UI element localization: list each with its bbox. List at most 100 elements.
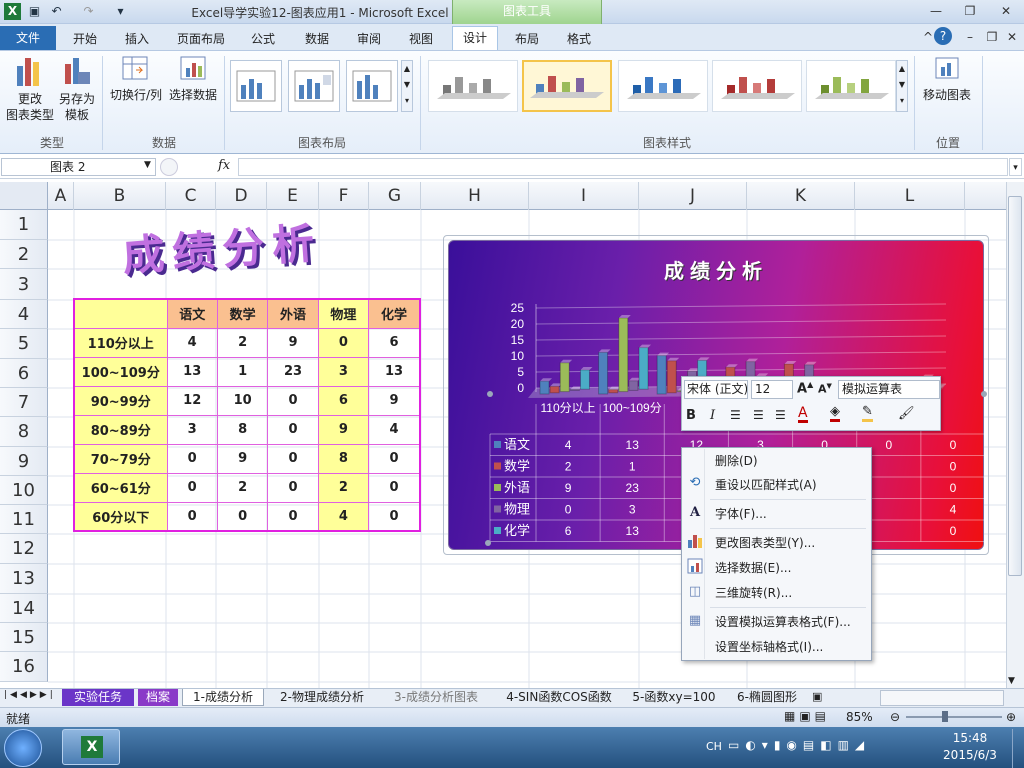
save-as-template-button[interactable]: 另存为 模板 xyxy=(56,54,98,128)
move-chart-button[interactable]: 移动图表 xyxy=(918,54,976,110)
change-chart-type-button[interactable]: 更改 图表类型 xyxy=(4,54,56,128)
table-cell[interactable]: 8 xyxy=(216,414,269,445)
chart-style-4[interactable] xyxy=(712,60,802,112)
sheet-tab-ellipse[interactable]: 6-椭圆图形 xyxy=(726,689,808,706)
col-header-i[interactable]: I xyxy=(529,182,639,210)
shrink-font-icon[interactable]: A▼ xyxy=(818,382,832,396)
input-language[interactable]: CH xyxy=(706,740,722,753)
align-left-icon[interactable]: ☰ xyxy=(730,408,741,422)
sheet-tab-xy100[interactable]: 5-函数xy=100 xyxy=(626,689,722,706)
col-header-f[interactable]: F xyxy=(319,182,369,210)
chart-element-select[interactable]: 模拟运算表 xyxy=(838,380,940,399)
menu-item-format-datatable[interactable]: 设置模拟运算表格式(F)... xyxy=(715,611,865,633)
doc-close-icon[interactable]: ✕ xyxy=(1002,28,1022,46)
row-header-2[interactable]: 2 xyxy=(0,240,48,269)
row-header-4[interactable]: 4 xyxy=(0,300,48,329)
doc-minimize-icon[interactable]: – xyxy=(958,28,982,46)
clock-time[interactable]: 15:48 xyxy=(940,731,1000,745)
chart-layout-3[interactable] xyxy=(346,60,398,112)
col-header-j[interactable]: J xyxy=(639,182,747,210)
grow-font-icon[interactable]: A▲ xyxy=(797,380,813,396)
row-header-9[interactable]: 9 xyxy=(0,447,48,476)
tab-layout[interactable]: 布局 xyxy=(504,28,550,50)
table-cell[interactable]: 9 xyxy=(317,414,370,445)
table-cell[interactable]: 9 xyxy=(368,385,421,416)
row-header-7[interactable]: 7 xyxy=(0,388,48,417)
zoom-level[interactable]: 85% xyxy=(846,710,873,724)
sheet-tab-physics[interactable]: 2-物理成绩分析 xyxy=(268,689,376,706)
table-cell[interactable]: 2 xyxy=(216,327,269,358)
row-header-8[interactable]: 8 xyxy=(0,417,48,447)
header-cell[interactable]: 数学 xyxy=(216,298,269,329)
formula-input[interactable] xyxy=(238,158,1008,176)
tab-file[interactable]: 文件 xyxy=(0,26,56,50)
row-header-3[interactable]: 3 xyxy=(0,269,48,300)
tab-review[interactable]: 审阅 xyxy=(346,28,392,50)
sheet-tab-sin-cos[interactable]: 4-SIN函数COS函数 xyxy=(496,689,622,706)
table-cell[interactable]: 0 xyxy=(267,472,319,503)
doc-restore-icon[interactable]: ❐ xyxy=(980,28,1004,46)
table-cell[interactable]: 0 xyxy=(368,443,421,474)
row-header-12[interactable]: 12 xyxy=(0,534,48,564)
chart-style-2[interactable] xyxy=(522,60,612,112)
table-cell[interactable]: 0 xyxy=(317,327,370,358)
menu-item-change-chart-type[interactable]: 更改图表类型(Y)... xyxy=(715,532,865,554)
tab-format[interactable]: 格式 xyxy=(556,28,602,50)
table-cell[interactable]: 6 xyxy=(368,327,421,358)
restore-icon[interactable]: ❐ xyxy=(958,2,982,20)
row-label-cell[interactable]: 90~99分 xyxy=(73,385,168,416)
row-header-13[interactable]: 13 xyxy=(0,564,48,594)
col-header-h[interactable]: H xyxy=(421,182,529,210)
style-gallery-scroll[interactable]: ▲ ▼ ▾ xyxy=(896,60,908,112)
help-icon[interactable]: ? xyxy=(934,27,952,45)
font-color-icon[interactable]: A xyxy=(798,406,808,423)
vertical-scroll-thumb[interactable] xyxy=(1008,196,1022,576)
table-cell[interactable]: 4 xyxy=(317,501,370,532)
table-cell[interactable]: 0 xyxy=(267,443,319,474)
sheet-tab-archive[interactable]: 档案 xyxy=(138,689,178,706)
close-icon[interactable]: ✕ xyxy=(994,2,1018,20)
table-cell[interactable]: 1 xyxy=(216,356,269,387)
layout-gallery-scroll[interactable]: ▲ ▼ ▾ xyxy=(401,60,413,112)
col-header-c[interactable]: C xyxy=(166,182,216,210)
expand-formula-bar-icon[interactable]: ▾ xyxy=(1009,158,1022,176)
chart-style-5[interactable] xyxy=(806,60,896,112)
minimize-icon[interactable]: — xyxy=(924,2,948,20)
switch-row-column-button[interactable]: 切换行/列 xyxy=(106,54,166,110)
table-cell[interactable]: 8 xyxy=(317,443,370,474)
zoom-in-icon[interactable]: ⊕ xyxy=(1006,710,1016,724)
sheet-tab-chart[interactable]: 3-成绩分析图表 xyxy=(380,689,492,706)
table-cell[interactable]: 0 xyxy=(166,443,218,474)
resize-handle[interactable] xyxy=(485,540,491,546)
scroll-down-icon[interactable]: ▼ xyxy=(1008,676,1015,686)
name-box-dropdown-icon[interactable]: ▼ xyxy=(144,160,151,170)
tab-view[interactable]: 视图 xyxy=(398,28,444,50)
format-painter-icon[interactable]: 🖌 xyxy=(898,406,915,421)
row-header-11[interactable]: 11 xyxy=(0,505,48,534)
row-header-5[interactable]: 5 xyxy=(0,329,48,359)
italic-icon[interactable]: I xyxy=(710,408,715,423)
function-wizard-icon[interactable]: fx xyxy=(218,158,230,173)
table-cell[interactable]: 4 xyxy=(368,414,421,445)
view-buttons-icon[interactable]: ▦▣▤ xyxy=(784,709,830,723)
col-header-d[interactable]: D xyxy=(216,182,267,210)
table-cell[interactable]: 0 xyxy=(368,501,421,532)
col-header-e[interactable]: E xyxy=(267,182,319,210)
show-desktop-button[interactable] xyxy=(1012,729,1024,768)
align-right-icon[interactable]: ☰ xyxy=(775,408,786,422)
fill-color-icon[interactable]: ◈ xyxy=(830,405,840,422)
table-corner-cell[interactable] xyxy=(73,298,168,329)
tab-insert[interactable]: 插入 xyxy=(114,28,160,50)
table-cell[interactable]: 9 xyxy=(216,443,269,474)
row-label-cell[interactable]: 60分以下 xyxy=(73,501,168,532)
row-header-10[interactable]: 10 xyxy=(0,476,48,505)
table-cell[interactable]: 0 xyxy=(267,414,319,445)
header-cell[interactable]: 化学 xyxy=(368,298,421,329)
taskbar-excel-button[interactable]: X xyxy=(62,729,120,765)
horizontal-scrollbar[interactable] xyxy=(880,690,1004,706)
row-label-cell[interactable]: 70~79分 xyxy=(73,443,168,474)
table-cell[interactable]: 0 xyxy=(267,501,319,532)
row-label-cell[interactable]: 110分以上 xyxy=(73,327,168,358)
table-cell[interactable]: 4 xyxy=(166,327,218,358)
chart-style-3[interactable] xyxy=(618,60,708,112)
